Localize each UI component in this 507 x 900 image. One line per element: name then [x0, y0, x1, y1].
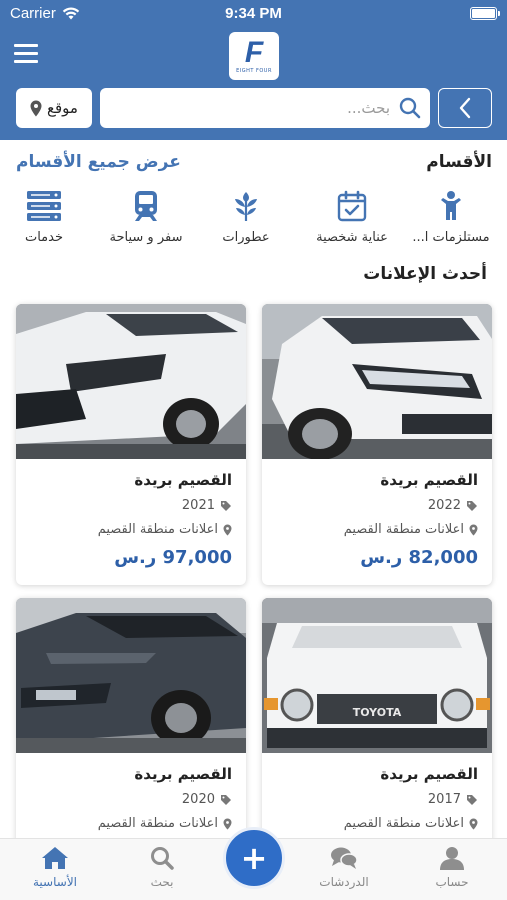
tag-icon	[467, 500, 477, 511]
tag-icon	[221, 794, 231, 805]
tab-search[interactable]: بحث	[122, 845, 202, 889]
view-all-categories-link[interactable]: عرض جميع الأقسام	[16, 152, 181, 172]
listing-location: اعلانات منطقة القصيم	[30, 522, 232, 537]
train-icon	[135, 191, 157, 221]
battery-icon	[470, 7, 500, 20]
listing-location: اعلانات منطقة القصيم	[276, 816, 478, 831]
listing-year: 2017	[276, 792, 478, 807]
tab-home[interactable]: الأساسية	[15, 845, 95, 889]
tab-label: بحث	[150, 875, 174, 889]
category-item-travel[interactable]: سفر و سياحة	[94, 190, 198, 254]
tab-label: الأساسية	[33, 875, 77, 889]
toyota-badge: TOYOTA	[353, 706, 402, 719]
listing-details: القصيم بريدة 2022 اعلانات منطقة القصيم 8…	[262, 459, 492, 585]
map-pin-icon	[223, 818, 232, 829]
listing-image-white-suv	[262, 304, 492, 459]
listing-year-value: 2022	[427, 498, 461, 513]
listing-location: اعلانات منطقة القصيم	[276, 522, 478, 537]
listing-year-value: 2017	[427, 792, 461, 807]
app-header: Carrier 9:34 PM F EIGHT FOUR موقع	[0, 0, 507, 140]
listing-title: القصيم بريدة	[380, 471, 478, 489]
listing-location-value: اعلانات منطقة القصيم	[97, 816, 218, 831]
location-label: موقع	[47, 99, 78, 117]
category-item-supplies[interactable]: مستلزمات ا...	[399, 190, 503, 254]
chevron-left-icon	[459, 97, 471, 119]
listing-details: القصيم بريدة 2021 اعلانات منطقة القصيم 9…	[16, 459, 246, 585]
map-pin-icon	[469, 818, 478, 829]
search-box[interactable]	[100, 88, 430, 128]
listing-title: القصيم بريدة	[134, 471, 232, 489]
tab-label: الدردشات	[319, 875, 369, 889]
add-listing-button[interactable]: +	[223, 827, 285, 889]
tab-chats[interactable]: الدردشات	[304, 845, 384, 889]
tag-icon	[221, 500, 231, 511]
listing-price: 97,000 ر.س	[114, 547, 232, 568]
listing-location-value: اعلانات منطقة القصيم	[97, 522, 218, 537]
listing-location-value: اعلانات منطقة القصيم	[343, 816, 464, 831]
categories-list: مستلزمات ا... عناية شخصية عطورات سفر و س…	[0, 190, 507, 254]
calendar-check-icon	[337, 190, 367, 222]
listing-image-white-fj-cruiser: TOYOTA	[262, 598, 492, 753]
map-pin-icon	[30, 100, 42, 116]
listing-year: 2022	[276, 498, 478, 513]
categories-title: الأقسام	[426, 152, 492, 172]
listing-card[interactable]: القصيم بريدة 2021 اعلانات منطقة القصيم 9…	[16, 304, 246, 585]
listing-card[interactable]: TOYOTA القصيم بريدة 2017 اعلانات منطقة ا…	[262, 598, 492, 879]
clock: 9:34 PM	[225, 5, 282, 22]
listing-card[interactable]: القصيم بريدة 2022 اعلانات منطقة القصيم 8…	[262, 304, 492, 585]
listing-year: 2020	[30, 792, 232, 807]
listing-price: 82,000 ر.س	[360, 547, 478, 568]
search-icon[interactable]	[398, 96, 422, 120]
category-item-services[interactable]: خدمات	[0, 190, 96, 254]
location-button[interactable]: موقع	[16, 88, 92, 128]
listing-image-white-rav4	[16, 304, 246, 459]
listing-year: 2021	[30, 498, 232, 513]
category-label: مستلزمات ا...	[412, 230, 490, 245]
status-bar: Carrier 9:34 PM	[0, 0, 507, 28]
category-label: خدمات	[24, 230, 64, 245]
listing-image-dark-kona	[16, 598, 246, 753]
hamburger-menu-icon[interactable]	[14, 44, 38, 64]
latest-ads-title: أحدث الإعلانات	[363, 264, 487, 284]
listing-card[interactable]: القصيم بريدة 2020 اعلانات منطقة القصيم	[16, 598, 246, 879]
category-label: سفر و سياحة	[109, 230, 183, 245]
tab-account[interactable]: حساب	[412, 845, 492, 889]
listing-title: القصيم بريدة	[380, 765, 478, 783]
listing-location-value: اعلانات منطقة القصيم	[343, 522, 464, 537]
search-input[interactable]	[100, 88, 400, 128]
listing-year-value: 2020	[181, 792, 215, 807]
listing-location: اعلانات منطقة القصيم	[30, 816, 232, 831]
logo-text: EIGHT FOUR	[236, 68, 272, 74]
server-icon	[27, 191, 61, 221]
listing-year-value: 2021	[181, 498, 215, 513]
search-icon	[151, 847, 174, 870]
category-label: عناية شخصية	[316, 230, 388, 245]
user-icon	[440, 847, 464, 870]
bottom-tab-bar: حساب الدردشات + بحث الأساسية	[0, 827, 507, 900]
back-button[interactable]	[438, 88, 492, 128]
app-logo: F EIGHT FOUR	[229, 32, 279, 80]
search-row: موقع	[16, 88, 492, 128]
map-pin-icon	[223, 524, 232, 535]
listing-title: القصيم بريدة	[134, 765, 232, 783]
categories-header: الأقسام عرض جميع الأقسام	[16, 152, 492, 178]
map-pin-icon	[469, 524, 478, 535]
category-item-perfumes[interactable]: عطورات	[194, 190, 298, 254]
tab-label: حساب	[435, 875, 469, 889]
child-icon	[441, 191, 461, 220]
category-label: عطورات	[222, 230, 270, 245]
chat-icon	[331, 847, 358, 869]
category-item-personal-care[interactable]: عناية شخصية	[300, 190, 404, 254]
home-icon	[42, 847, 68, 869]
tag-icon	[467, 794, 477, 805]
leaf-branch-icon	[235, 192, 257, 221]
